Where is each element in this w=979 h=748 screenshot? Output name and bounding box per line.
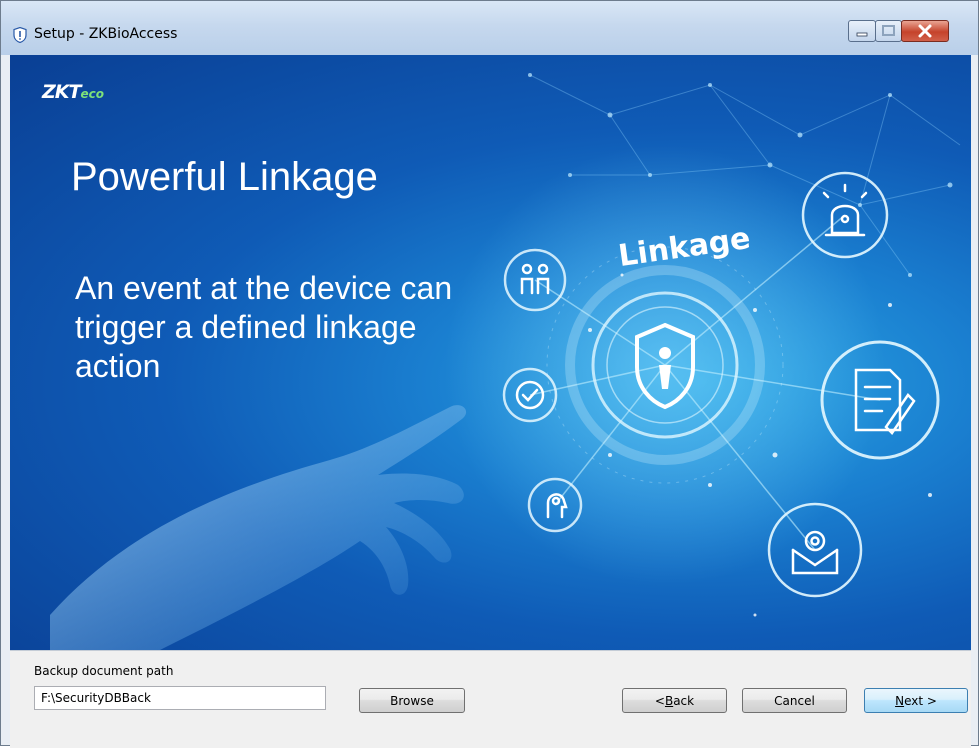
- next-button[interactable]: Next >: [864, 688, 968, 713]
- welcome-banner: ZKTeco Powerful Linkage An event at the …: [10, 55, 971, 650]
- banner-description: An event at the device can trigger a def…: [75, 270, 453, 384]
- banner-headline: Powerful Linkage: [71, 155, 378, 199]
- setup-window: Setup - ZKBioAccess ZKTeco Powerful Link…: [0, 0, 979, 748]
- zkteco-logo: ZKTeco: [42, 81, 104, 103]
- close-button[interactable]: [901, 20, 949, 42]
- maximize-icon: [882, 25, 895, 36]
- minimize-button[interactable]: [848, 20, 876, 42]
- minimize-icon: [856, 32, 868, 37]
- shield-icon: [13, 27, 27, 43]
- backup-path-label: Backup document path: [34, 664, 174, 678]
- window-title: Setup - ZKBioAccess: [34, 26, 178, 42]
- pointing-hand: [50, 405, 467, 650]
- maximize-button[interactable]: [875, 20, 902, 42]
- browse-button[interactable]: Browse: [359, 688, 465, 713]
- title-bar[interactable]: Setup - ZKBioAccess: [1, 1, 978, 55]
- cancel-button[interactable]: Cancel: [742, 688, 847, 713]
- close-icon: [918, 24, 932, 38]
- backup-path-input[interactable]: [34, 686, 326, 710]
- back-button[interactable]: < Back: [622, 688, 727, 713]
